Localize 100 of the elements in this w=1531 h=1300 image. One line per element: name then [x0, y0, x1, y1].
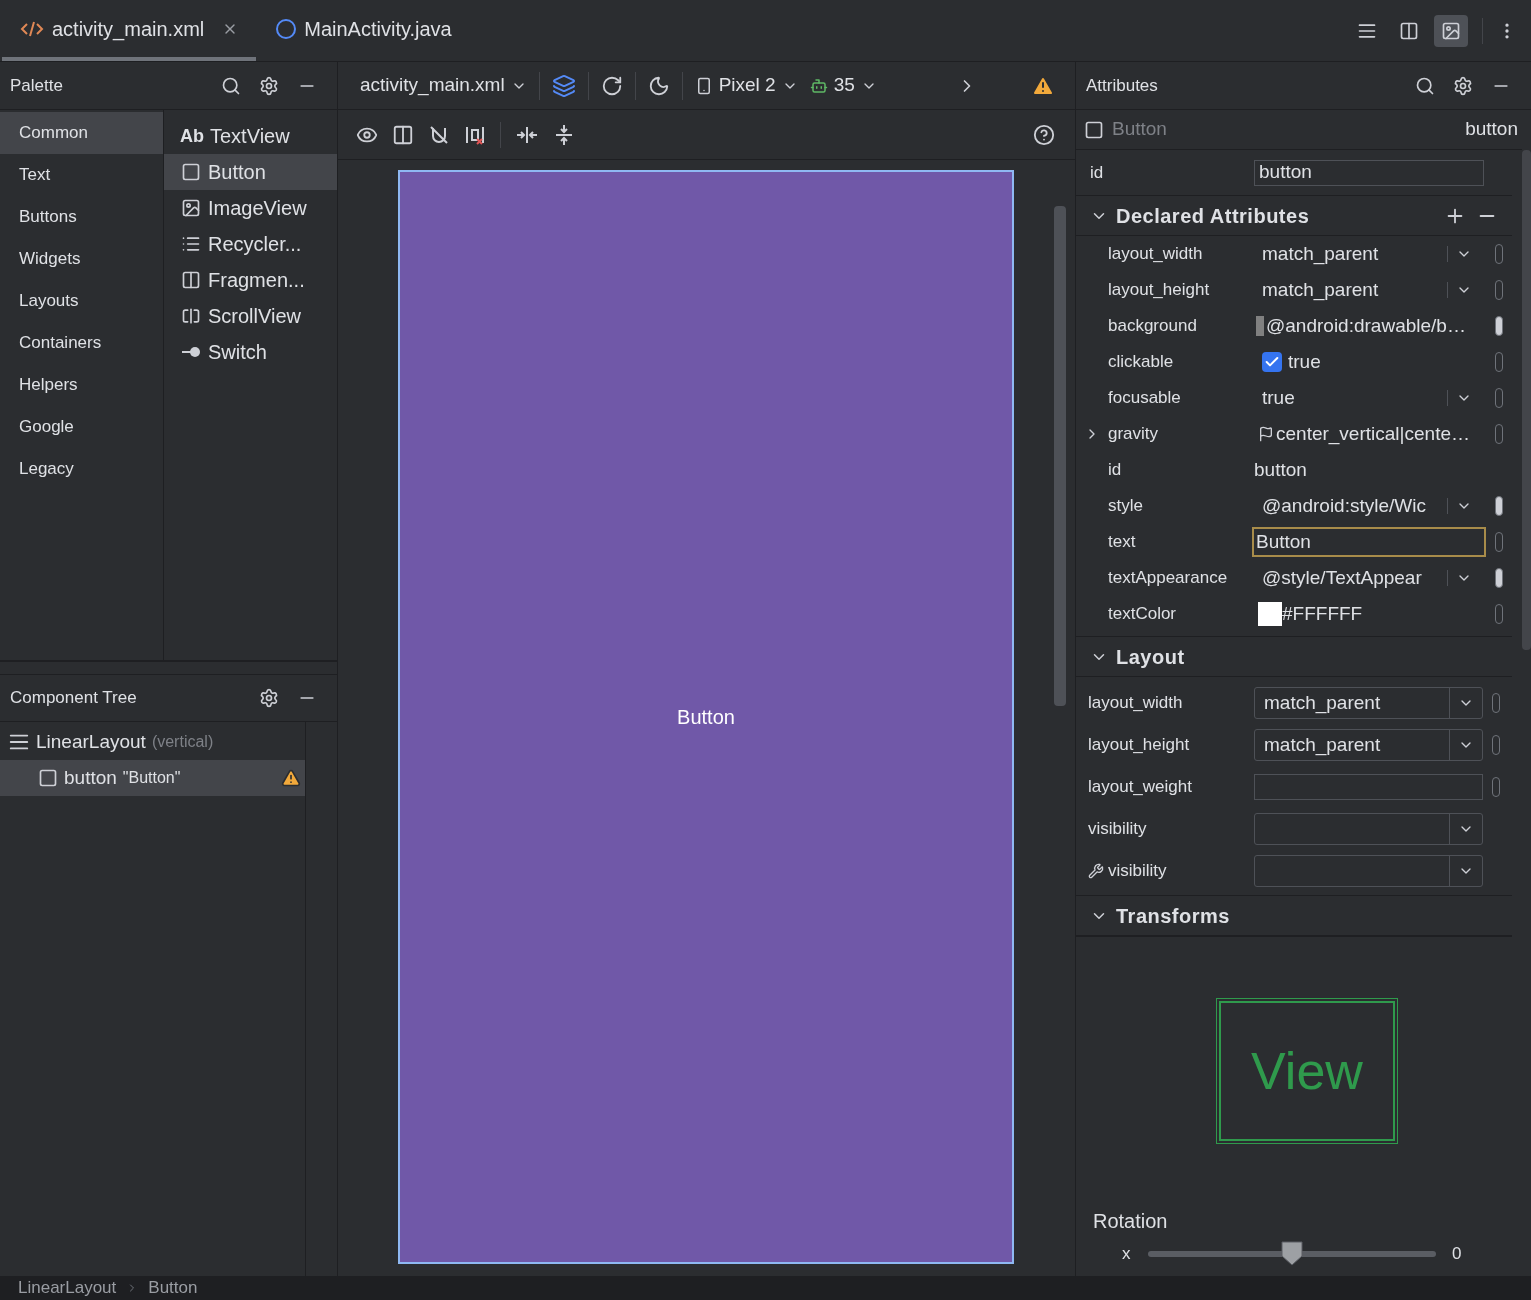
rotation-label: Rotation	[1092, 1209, 1169, 1234]
search-icon[interactable]	[221, 75, 241, 96]
palette-widget[interactable]: Ab TextView	[164, 118, 337, 154]
rotate-icon[interactable]	[600, 74, 623, 97]
palette-category[interactable]: Common	[0, 112, 163, 154]
palette-category[interactable]: Text	[0, 154, 163, 196]
layout-file-dropdown[interactable]: activity_main.xml	[360, 71, 527, 100]
attribute-value[interactable]: #FFFFFF	[1282, 599, 1363, 629]
palette-widget[interactable]: Recycler...	[164, 226, 337, 262]
text-field[interactable]: Button	[1252, 527, 1486, 557]
attribute-dropdown[interactable]: match_parent	[1254, 729, 1483, 761]
split-icon	[1399, 20, 1419, 41]
palette-category[interactable]: Buttons	[0, 196, 163, 238]
attribute-name: visibility	[1088, 818, 1147, 841]
attribute-name: id	[1108, 459, 1123, 482]
editor-tab[interactable]: MainActivity.java	[258, 0, 470, 61]
checkbox[interactable]	[1262, 352, 1282, 372]
warning-icon[interactable]	[281, 768, 301, 788]
section-title: Layout	[1116, 644, 1186, 670]
component-id: button	[1465, 117, 1518, 142]
palette-widget[interactable]: Fragmen...	[164, 262, 337, 298]
attribute-value[interactable]: center_vertical|cente…	[1276, 419, 1470, 449]
attribute-value[interactable]: @android:drawable/b…	[1266, 311, 1466, 341]
attribute-marker[interactable]	[1495, 568, 1503, 588]
palette-widget[interactable]: Button	[164, 154, 337, 190]
design-view-button[interactable]	[1434, 14, 1468, 47]
phone-screen[interactable]: Button	[398, 170, 1014, 1264]
attribute-dropdown[interactable]: match_parent	[1252, 275, 1472, 305]
component-type: Button	[1112, 117, 1168, 142]
settings-icon[interactable]	[259, 75, 279, 96]
scrollbar[interactable]	[1054, 206, 1066, 706]
attribute-name: textAppearance	[1108, 567, 1229, 590]
attribute-dropdown[interactable]: match_parent	[1252, 239, 1472, 269]
device-dropdown[interactable]: Pixel 2	[694, 71, 798, 100]
attribute-name: layout_width	[1088, 692, 1183, 715]
attribute-dropdown[interactable]: @style/TextAppear	[1252, 563, 1472, 593]
image-icon	[181, 198, 201, 218]
button-widget-icon	[181, 162, 201, 182]
image-icon	[1441, 20, 1461, 41]
attribute-name: layout_height	[1088, 734, 1190, 757]
search-icon[interactable]	[1415, 75, 1435, 96]
attribute-marker[interactable]	[1495, 316, 1503, 336]
palette-category[interactable]: Layouts	[0, 280, 163, 322]
attribute-name: visibility	[1108, 860, 1167, 883]
scroll-view-icon	[181, 306, 201, 326]
rotation-slider[interactable]	[1148, 1240, 1436, 1268]
slider-thumb[interactable]	[1280, 1240, 1304, 1266]
button-widget-icon	[38, 768, 58, 788]
layers-icon[interactable]	[551, 73, 576, 98]
palette-category[interactable]: Google	[0, 406, 163, 448]
attribute-name: style	[1108, 495, 1144, 518]
attribute-name: layout_width	[1108, 243, 1204, 266]
id-field[interactable]: button	[1254, 159, 1484, 186]
magnet-off-icon[interactable]	[428, 123, 450, 146]
list-icon	[181, 234, 201, 254]
panel-title: Component Tree	[10, 687, 138, 710]
color-swatch[interactable]	[1258, 602, 1282, 626]
palette-widget[interactable]: ScrollView	[164, 298, 337, 334]
attribute-dropdown[interactable]: match_parent	[1254, 687, 1483, 719]
settings-icon[interactable]	[1453, 75, 1473, 96]
attribute-name: gravity	[1108, 423, 1160, 446]
breadcrumb-item[interactable]: Button	[148, 1278, 198, 1298]
attribute-marker[interactable]	[1495, 496, 1503, 516]
api-level-dropdown[interactable]: 35	[809, 71, 877, 100]
palette-category[interactable]: Legacy	[0, 448, 163, 490]
breadcrumb-item[interactable]: LinearLayout	[18, 1278, 117, 1298]
attribute-name: clickable	[1108, 351, 1175, 374]
attribute-name: layout_weight	[1088, 776, 1192, 799]
scrollbar[interactable]	[1522, 150, 1531, 650]
button-widget-icon	[1084, 119, 1104, 140]
editor-tab[interactable]: activity_main.xml	[2, 0, 257, 61]
attribute-name: id	[1090, 161, 1105, 184]
attribute-dropdown[interactable]: @android:style/Wic	[1252, 491, 1472, 521]
palette-category[interactable]: Widgets	[0, 238, 163, 280]
settings-icon[interactable]	[259, 688, 279, 708]
xml-file-icon	[20, 19, 44, 38]
button-label: Button	[677, 705, 735, 730]
help-icon[interactable]	[1033, 123, 1055, 146]
axis-label: x	[1122, 1243, 1132, 1266]
tree-item[interactable]: LinearLayout (vertical)	[0, 724, 305, 760]
palette-category[interactable]: Helpers	[0, 364, 163, 406]
night-mode-icon[interactable]	[647, 74, 670, 97]
attribute-name: text	[1108, 531, 1137, 554]
columns-icon[interactable]	[392, 123, 414, 146]
palette-widget[interactable]: Switch	[164, 334, 337, 370]
input-field[interactable]	[1254, 774, 1483, 800]
palette-widget[interactable]: ImageView	[164, 190, 337, 226]
flag-icon	[1258, 426, 1274, 442]
rotation-value: 0	[1452, 1243, 1462, 1266]
attribute-value: true	[1288, 349, 1321, 374]
panel-title: Palette	[10, 74, 64, 97]
attribute-name: textColor	[1108, 603, 1178, 626]
text-view-icon: Ab	[180, 122, 204, 150]
expand-vertical-icon[interactable]	[553, 122, 575, 147]
class-file-icon	[276, 18, 297, 39]
palette-category[interactable]: Containers	[0, 322, 163, 364]
section-title: Declared Attributes	[1116, 203, 1311, 229]
tree-item[interactable]: button "Button"	[0, 760, 305, 796]
attribute-dropdown[interactable]: true	[1252, 383, 1472, 413]
attribute-name: background	[1108, 315, 1198, 338]
